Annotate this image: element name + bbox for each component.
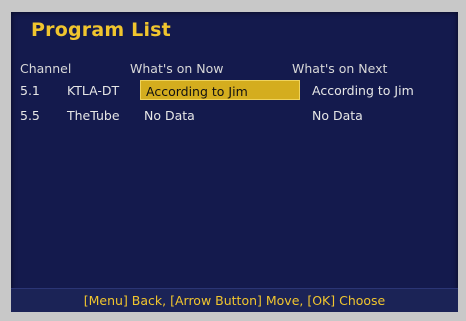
channel-number: 5.1 [20,83,40,98]
channel-number: 5.5 [20,108,40,123]
channel-column-header: Channel [20,61,72,76]
next-column-header: What's on Next [292,61,388,76]
now-column-header: What's on Now [130,61,224,76]
next-program[interactable]: According to Jim [312,83,414,98]
now-program: According to Jim [146,84,248,99]
table-row[interactable]: 5.5 TheTube No Data No Data [11,104,458,126]
now-program[interactable]: No Data [144,108,195,123]
screen-title: Program List [31,19,171,41]
help-text: [Menu] Back, [Arrow Button] Move, [OK] C… [83,293,386,308]
table-header: Channel What's on Now What's on Next [11,57,458,79]
channel-name: KTLA-DT [67,83,120,98]
help-bar: [Menu] Back, [Arrow Button] Move, [OK] C… [11,288,458,312]
channel-name: TheTube [67,108,120,123]
selected-now-cell[interactable]: According to Jim [140,80,300,100]
tv-frame: Program List Channel What's on Now What'… [0,0,466,321]
program-list-screen: Program List Channel What's on Now What'… [11,12,458,312]
table-row[interactable]: 5.1 KTLA-DT According to Jim According t… [11,79,458,101]
next-program[interactable]: No Data [312,108,363,123]
